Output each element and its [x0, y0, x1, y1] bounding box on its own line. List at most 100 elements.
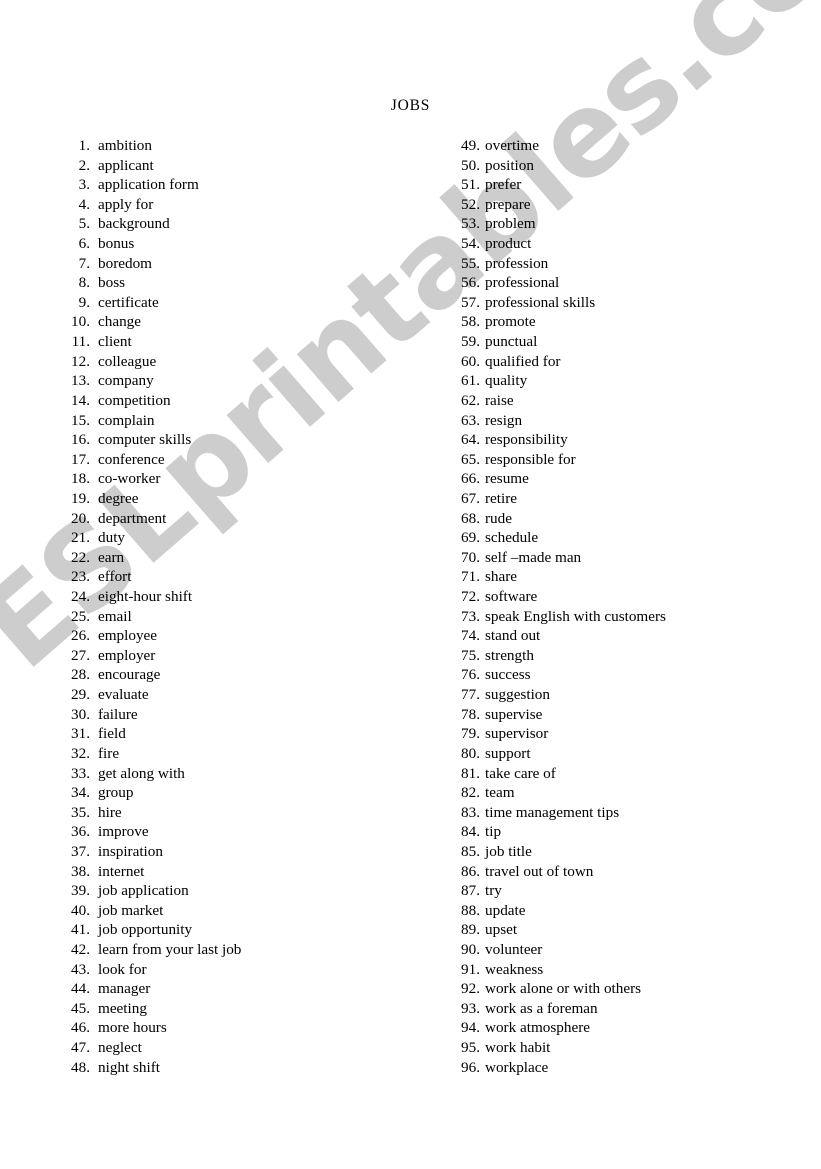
- list-item: 95. work habit: [456, 1038, 806, 1058]
- list-item-label: software: [485, 588, 538, 606]
- list-item: 40. job market: [66, 901, 446, 921]
- list-item-label: work atmosphere: [485, 1019, 591, 1037]
- list-item-number: 92.: [461, 980, 480, 998]
- list-item-label: team: [485, 784, 515, 802]
- list-item-label: product: [485, 235, 532, 253]
- list-item-label: neglect: [98, 1039, 142, 1057]
- list-item-number: 50.: [461, 156, 480, 174]
- list-item-label: fire: [98, 744, 120, 762]
- list-item-number: 2.: [78, 156, 90, 174]
- list-item-number: 54.: [461, 235, 480, 253]
- list-item-number: 76.: [461, 666, 480, 684]
- list-item: 92. work alone or with others: [456, 979, 806, 999]
- list-item: 17. conference: [66, 450, 446, 470]
- list-item-label: inspiration: [98, 842, 163, 860]
- list-item-number: 90.: [461, 940, 480, 958]
- list-item: 29. evaluate: [66, 685, 446, 705]
- list-item-label: improve: [98, 823, 149, 841]
- list-item-label: speak English with customers: [485, 607, 666, 625]
- list-item-number: 73.: [461, 607, 480, 625]
- list-item-number: 42.: [71, 940, 90, 958]
- list-item-number: 39.: [71, 882, 90, 900]
- list-item-label: field: [98, 725, 126, 743]
- list-item: 20. department: [66, 509, 446, 529]
- list-item-number: 93.: [461, 999, 480, 1017]
- list-item: 27. employer: [66, 646, 446, 666]
- list-item: 28. encourage: [66, 665, 446, 685]
- list-item-number: 66.: [461, 470, 480, 488]
- list-item-label: conference: [98, 450, 165, 468]
- list-item-number: 94.: [461, 1019, 480, 1037]
- list-item-number: 29.: [71, 686, 90, 704]
- list-item-label: effort: [98, 568, 132, 586]
- list-item-number: 41.: [71, 921, 90, 939]
- list-item: 18. co-worker: [66, 469, 446, 489]
- list-item: 65. responsible for: [456, 450, 806, 470]
- list-item: 48. night shift: [66, 1058, 446, 1078]
- list-item-label: suggestion: [485, 686, 550, 704]
- list-item-label: job title: [485, 842, 532, 860]
- list-item-label: position: [485, 156, 534, 174]
- list-item-number: 3.: [78, 176, 90, 194]
- list-item-number: 28.: [71, 666, 90, 684]
- list-item: 88. update: [456, 901, 806, 921]
- list-item-number: 62.: [461, 391, 480, 409]
- list-item-number: 75.: [461, 646, 480, 664]
- list-item: 12. colleague: [66, 352, 446, 372]
- list-item-label: quality: [485, 372, 528, 390]
- vocabulary-list-left: 1. ambition 2. applicant 3. application form 4…: [66, 136, 446, 1077]
- list-item: 52. prepare: [456, 195, 806, 215]
- worksheet-page: ESLprintables.com JOBS 1. ambition 2. appli…: [0, 0, 821, 1169]
- list-item-number: 34.: [71, 784, 90, 802]
- list-item-label: travel out of town: [485, 862, 594, 880]
- list-item: 61. quality: [456, 371, 806, 391]
- list-item-number: 64.: [461, 431, 480, 449]
- list-item: 69. schedule: [456, 528, 806, 548]
- vocabulary-list-right: 49. overtime 50. position 51. prefer 52. prepar…: [456, 136, 806, 1077]
- list-item-label: ambition: [98, 137, 152, 154]
- list-item-number: 55.: [461, 254, 480, 272]
- list-item-label: more hours: [98, 1019, 167, 1037]
- list-item: 46. more hours: [66, 1018, 446, 1038]
- list-item-number: 30.: [71, 705, 90, 723]
- list-item-number: 24.: [71, 588, 90, 606]
- list-item-number: 45.: [71, 999, 90, 1017]
- list-item: 45. meeting: [66, 999, 446, 1019]
- list-item-number: 88.: [461, 901, 480, 919]
- list-item-label: competition: [98, 391, 171, 409]
- list-item: 5. background: [66, 214, 446, 234]
- list-item-number: 10.: [71, 313, 90, 331]
- list-item-number: 78.: [461, 705, 480, 723]
- list-item-number: 96.: [461, 1058, 480, 1076]
- list-item-number: 1.: [78, 137, 90, 154]
- list-item-label: support: [485, 744, 531, 762]
- list-item-number: 59.: [461, 333, 480, 351]
- list-item-number: 68.: [461, 509, 480, 527]
- list-item: 38. internet: [66, 862, 446, 882]
- list-item-label: prepare: [485, 195, 531, 213]
- list-item-number: 44.: [71, 980, 90, 998]
- list-item: 10. change: [66, 312, 446, 332]
- list-item-label: co-worker: [98, 470, 161, 488]
- list-item-label: employer: [98, 646, 156, 664]
- list-item: 82. team: [456, 783, 806, 803]
- list-item: 7. boredom: [66, 254, 446, 274]
- list-item-number: 48.: [71, 1058, 90, 1076]
- list-item-label: take care of: [485, 764, 556, 782]
- list-item: 83. time management tips: [456, 803, 806, 823]
- list-item: 59. punctual: [456, 332, 806, 352]
- list-item: 67. retire: [456, 489, 806, 509]
- list-item-number: 65.: [461, 450, 480, 468]
- list-item-number: 49.: [461, 137, 480, 154]
- list-item: 58. promote: [456, 312, 806, 332]
- list-item-label: responsible for: [485, 450, 576, 468]
- list-item-label: retire: [485, 489, 518, 507]
- list-item-number: 11.: [71, 333, 90, 351]
- list-item: 49. overtime: [456, 136, 806, 156]
- list-item-label: boss: [98, 274, 126, 292]
- list-item: 44. manager: [66, 979, 446, 999]
- list-item-number: 25.: [71, 607, 90, 625]
- list-item-label: client: [98, 333, 132, 351]
- list-item-number: 70.: [461, 548, 480, 566]
- list-item: 78. supervise: [456, 705, 806, 725]
